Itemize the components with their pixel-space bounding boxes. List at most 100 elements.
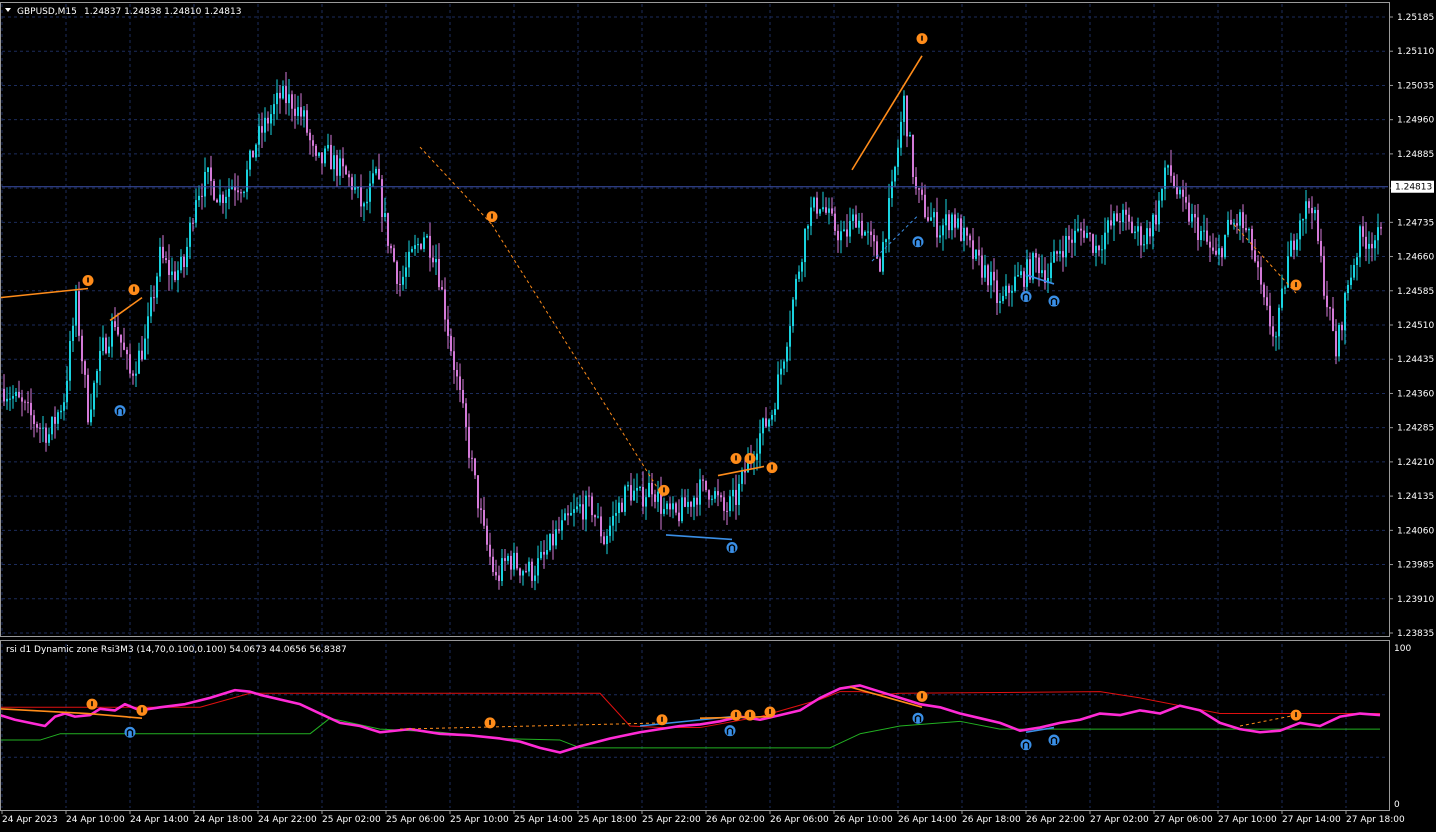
trading-chart[interactable]: 1.25185 1.25110 1.25035 1.24960 1.24885 1.248…	[0, 0, 1436, 832]
sell-signal-icon	[744, 452, 756, 464]
price-tick-label: 1.24360	[1397, 389, 1434, 399]
candle-body	[1368, 243, 1370, 249]
candle-body	[489, 544, 491, 557]
sell-signal-icon	[764, 706, 776, 718]
candle-body	[561, 520, 563, 531]
candle-body	[639, 487, 641, 489]
candle-body	[1005, 285, 1007, 296]
candle-body	[537, 558, 539, 576]
candle-body	[1134, 231, 1136, 233]
candle-body	[708, 490, 710, 500]
candle-body	[807, 225, 809, 229]
candle-body	[339, 158, 341, 176]
candle-body	[588, 495, 590, 497]
candle-body	[102, 337, 104, 351]
candle-body	[1158, 200, 1160, 225]
candle-body	[465, 403, 467, 427]
candle-body	[72, 325, 74, 341]
candle-body	[1302, 218, 1304, 221]
candle-body	[1104, 232, 1106, 250]
candle-body	[504, 558, 506, 561]
candle-body	[981, 255, 983, 278]
candle-body	[1347, 284, 1349, 294]
candle-body	[801, 262, 803, 272]
candle-body	[798, 271, 800, 279]
candle-body	[360, 187, 362, 207]
time-tick-label: 27 Apr 10:00	[1218, 815, 1277, 825]
candle-body	[309, 132, 311, 141]
candle-body	[384, 213, 386, 217]
sell-signal-icon	[1290, 279, 1302, 291]
sell-signal-icon	[486, 211, 498, 223]
candle-body	[492, 556, 494, 573]
candle-body	[858, 220, 860, 228]
candle-body	[927, 217, 929, 221]
candle-body	[429, 235, 431, 258]
candle-body	[1332, 308, 1334, 332]
sell-signal-icon	[916, 690, 928, 702]
candle-body	[546, 550, 548, 555]
candle-body	[837, 230, 839, 241]
candle-body	[171, 271, 173, 275]
candle-body	[1068, 236, 1070, 240]
candle-body	[1071, 239, 1073, 243]
candle-body	[1086, 233, 1088, 238]
candle-body	[1299, 220, 1301, 240]
candle-body	[1242, 212, 1244, 229]
candle-body	[570, 512, 572, 516]
candle-body	[144, 338, 146, 360]
candle-body	[714, 491, 716, 499]
candle-body	[957, 218, 959, 228]
signal-marker-disc	[912, 712, 924, 724]
candle-body	[522, 571, 524, 576]
candle-body	[1059, 251, 1061, 254]
candle-body	[345, 166, 347, 175]
candle-body	[1017, 275, 1019, 277]
candle-body	[1311, 207, 1313, 214]
candle-body	[1035, 253, 1037, 258]
candle-body	[1131, 221, 1133, 233]
candle-body	[69, 340, 71, 381]
candle-body	[210, 167, 212, 182]
candle-body	[969, 235, 971, 241]
candle-body	[1041, 270, 1043, 274]
candle-body	[942, 225, 944, 236]
candle-body	[147, 316, 149, 339]
candle-body	[1290, 240, 1292, 257]
candle-body	[813, 197, 815, 208]
candle-body	[1062, 251, 1064, 258]
candle-body	[510, 555, 512, 570]
candle-body	[141, 350, 143, 360]
candle-body	[1281, 288, 1283, 308]
candle-body	[246, 169, 248, 192]
candle-body	[297, 107, 299, 116]
candle-body	[936, 212, 938, 238]
candle-body	[975, 249, 977, 259]
indicator-tick-label: 100	[1394, 644, 1411, 654]
candle-body	[1251, 228, 1253, 251]
candle-body	[669, 503, 671, 510]
candle-body	[930, 217, 932, 221]
candle-body	[1272, 326, 1274, 337]
candle-body	[1293, 240, 1295, 250]
candle-body	[732, 489, 734, 497]
candle-body	[828, 208, 830, 213]
candle-body	[195, 200, 197, 223]
indicator-tick-label: 0	[1394, 800, 1400, 810]
candle-body	[54, 416, 56, 424]
candle-body	[66, 380, 68, 403]
candle-body	[579, 504, 581, 507]
candle-body	[948, 214, 950, 231]
candle-body	[183, 256, 185, 268]
candle-body	[24, 401, 26, 403]
candle-body	[405, 267, 407, 277]
ohlc-values: 1.24837 1.24838 1.24810 1.24813	[84, 7, 241, 17]
buy-signal-icon	[912, 712, 924, 724]
candle-body	[189, 222, 191, 247]
candle-body	[213, 181, 215, 200]
candle-body	[240, 192, 242, 194]
buy-signal-icon	[726, 541, 738, 553]
candle-body	[1032, 253, 1034, 280]
sell-signal-icon	[658, 484, 670, 496]
price-tick-label: 1.24435	[1397, 355, 1434, 365]
